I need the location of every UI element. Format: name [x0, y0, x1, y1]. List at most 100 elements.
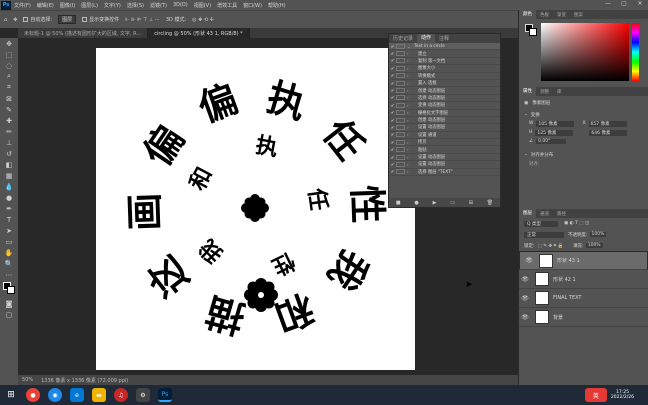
check-icon[interactable]: ✔: [389, 169, 396, 174]
filter-icons[interactable]: ▣ ◐ T ⬚ ◫: [564, 221, 589, 226]
action-row[interactable]: ✔ › 建立: [389, 50, 500, 58]
check-icon[interactable]: ✔: [389, 51, 396, 56]
netease-music-icon[interactable]: ♫: [114, 388, 128, 402]
check-icon[interactable]: ✔: [389, 88, 396, 93]
zoom-level[interactable]: 50%: [22, 377, 33, 383]
menu-view[interactable]: 视图(V): [194, 2, 211, 9]
tab-history[interactable]: 历史记录: [389, 35, 417, 42]
blend-mode-select[interactable]: 正常: [524, 231, 564, 238]
action-row[interactable]: ✔ › 转换模式: [389, 73, 500, 80]
x-field[interactable]: 657 像素: [588, 120, 627, 127]
expand-chevron-icon[interactable]: ›: [407, 132, 414, 137]
menu-3d[interactable]: 3D(D): [173, 2, 188, 8]
new-action-icon[interactable]: ⊞: [469, 200, 473, 206]
expand-chevron-icon[interactable]: ›: [407, 51, 414, 56]
check-icon[interactable]: ✔: [389, 147, 396, 152]
check-icon[interactable]: ✔: [389, 73, 396, 78]
expand-chevron-icon[interactable]: ›: [407, 147, 414, 152]
tab-adjustments[interactable]: 调整: [536, 89, 553, 95]
check-icon[interactable]: ✔: [389, 81, 396, 86]
clock-date[interactable]: 2022/2/26: [611, 395, 634, 400]
action-row[interactable]: ✔ › 栅格化文字图层: [389, 110, 500, 117]
action-row[interactable]: ✔ › 粘贴: [389, 146, 500, 154]
record-icon[interactable]: ●: [414, 200, 418, 206]
y-field[interactable]: 646 像素: [589, 129, 628, 136]
tab-notes[interactable]: 注释: [435, 35, 453, 42]
move-tool-icon[interactable]: ✥: [0, 38, 18, 49]
action-row[interactable]: ✔ › 设置 动态图层: [389, 124, 500, 132]
auto-select-dropdown[interactable]: 图层: [58, 15, 77, 24]
expand-chevron-icon[interactable]: ›: [407, 103, 414, 108]
menu-window[interactable]: 窗口(W): [243, 2, 262, 9]
lasso-tool-icon[interactable]: ◌: [0, 60, 18, 71]
menu-edit[interactable]: 编辑(E): [37, 2, 54, 9]
action-row[interactable]: ✔ › 图像大小: [389, 65, 500, 73]
menu-file[interactable]: 文件(F): [14, 2, 31, 9]
check-icon[interactable]: ✔: [389, 103, 396, 108]
background-color-swatch[interactable]: [7, 286, 15, 294]
tab-actions[interactable]: 动作: [417, 34, 436, 43]
history-brush-icon[interactable]: ↺: [0, 148, 18, 159]
eyedropper-tool-icon[interactable]: ✎: [0, 104, 18, 115]
dialog-toggle[interactable]: [396, 169, 405, 175]
tab-layers[interactable]: 图层: [519, 209, 536, 218]
align-buttons[interactable]: ⊩ ⊪ ⊫ ⊤ ⊥ ⋯: [125, 17, 160, 23]
expand-chevron-icon[interactable]: ›: [407, 88, 414, 93]
lock-icons[interactable]: ⬚ ✎ ✥ ⌗ 🔒: [538, 243, 564, 249]
action-row[interactable]: ✔ › 变换 动态图层: [389, 102, 500, 110]
menu-select[interactable]: 选择(S): [127, 2, 144, 9]
dialog-toggle[interactable]: [396, 51, 405, 57]
3d-mode-icons[interactable]: ◎ ✥ ⟲ ✢: [192, 17, 214, 23]
dialog-toggle[interactable]: [396, 124, 405, 130]
expand-chevron-icon[interactable]: ›: [407, 81, 414, 86]
color-swatches[interactable]: [0, 280, 18, 298]
dialog-toggle[interactable]: [396, 154, 405, 160]
dialog-toggle[interactable]: [396, 95, 405, 101]
tab-color[interactable]: 颜色: [519, 10, 536, 19]
marquee-tool-icon[interactable]: ⬚: [0, 49, 18, 60]
quick-mask-icon[interactable]: ◙: [0, 298, 18, 309]
tab-untitled[interactable]: 未标题-1 @ 50% (描述有圆形扩大的区域, 文字, R...: [18, 28, 149, 38]
expand-chevron-icon[interactable]: ›: [407, 140, 414, 145]
color-picker[interactable]: [519, 19, 648, 87]
visibility-eye-icon[interactable]: 👁: [519, 295, 531, 302]
dialog-toggle[interactable]: [396, 117, 405, 123]
dialog-toggle[interactable]: [396, 88, 405, 94]
check-icon[interactable]: ✔: [389, 58, 396, 63]
expand-chevron-icon[interactable]: ›: [407, 155, 414, 160]
menu-filter[interactable]: 滤镜(T): [150, 2, 167, 9]
expand-chevron-icon[interactable]: ›: [407, 58, 414, 63]
gradient-tool-icon[interactable]: ▦: [0, 170, 18, 181]
quick-select-tool-icon[interactable]: ⌕: [0, 71, 18, 82]
crop-tool-icon[interactable]: ⌗: [0, 82, 18, 93]
check-icon[interactable]: ✔: [389, 66, 396, 71]
expand-chevron-icon[interactable]: ›: [407, 125, 414, 130]
check-icon[interactable]: ✔: [389, 44, 396, 49]
expand-chevron-icon[interactable]: ›: [407, 118, 414, 123]
layer-row[interactable]: 👁 FINAL TEXT: [519, 289, 648, 308]
tab-patterns[interactable]: 图案: [570, 12, 587, 18]
maximize-button[interactable]: ▢: [616, 0, 632, 10]
check-icon[interactable]: ✔: [389, 118, 396, 123]
h-field[interactable]: 125 像素: [535, 129, 574, 136]
tab-libraries[interactable]: 库: [553, 89, 566, 95]
dialog-toggle[interactable]: [396, 139, 405, 145]
menu-image[interactable]: 图像(I): [60, 2, 75, 9]
expand-chevron-icon[interactable]: ›: [407, 73, 414, 78]
zoom-tool-icon[interactable]: 🔍: [0, 258, 18, 269]
settings-icon[interactable]: ⚙: [136, 388, 150, 402]
check-icon[interactable]: ✔: [389, 125, 396, 130]
saturation-field[interactable]: [541, 23, 629, 81]
menu-help[interactable]: 帮助(H): [268, 2, 286, 9]
dialog-toggle[interactable]: [396, 132, 405, 138]
action-row[interactable]: ✔ › 置入 选框: [389, 80, 500, 88]
chrome-icon[interactable]: ●: [26, 388, 40, 402]
menu-type[interactable]: 文字(Y): [104, 2, 121, 9]
more-tools-icon[interactable]: ⋯: [0, 269, 18, 280]
document-canvas[interactable]: 偏执任性我和描这画偏 执任性我和: [96, 48, 415, 370]
layer-kind-filter[interactable]: Q 类型: [524, 220, 558, 227]
tab-gradients[interactable]: 渐变: [553, 12, 570, 18]
qq-browser-icon[interactable]: ◉: [48, 388, 62, 402]
tab-properties[interactable]: 属性: [519, 87, 536, 96]
show-transform-checkbox[interactable]: 显示变换控件: [82, 16, 119, 23]
